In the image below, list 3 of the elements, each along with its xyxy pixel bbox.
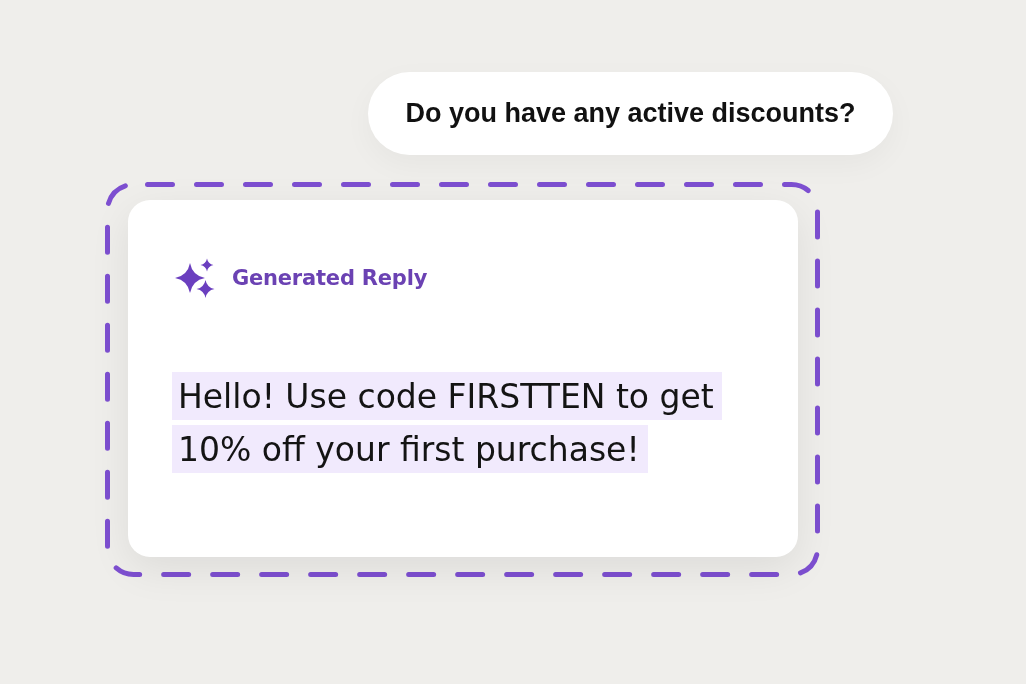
sparkle-icon (175, 258, 215, 298)
generated-reply-label: Generated Reply (232, 266, 428, 290)
user-message-bubble: Do you have any active discounts? (368, 72, 893, 155)
